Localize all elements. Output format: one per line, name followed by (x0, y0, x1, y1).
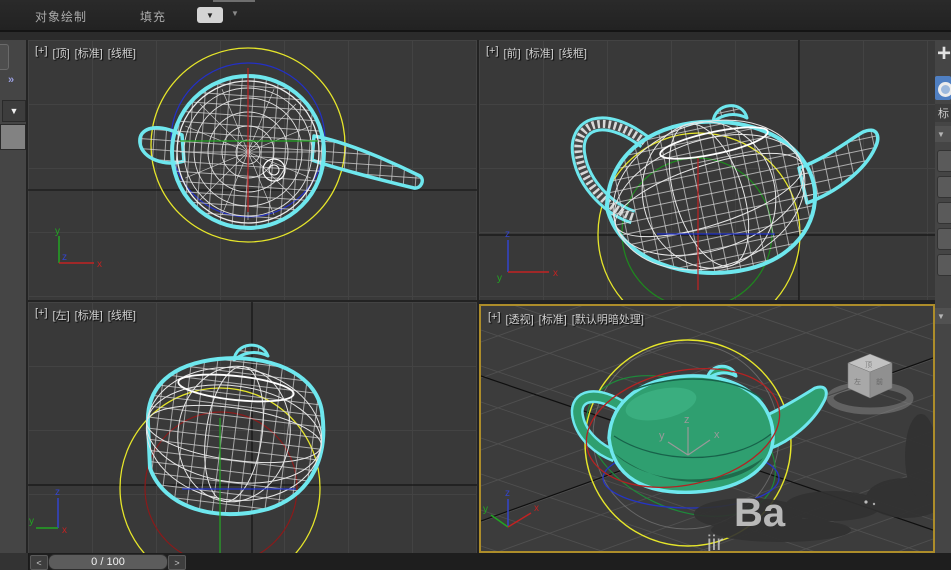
vp-menu-standard[interactable]: [标准] (75, 45, 103, 61)
panel-title-object-paint: 对象绘制 (35, 10, 88, 24)
svg-text:z: z (505, 229, 510, 240)
viewport-persp-label: [+] [透视] [标准] [默认明暗处理] (488, 311, 644, 327)
dropdown-triangle-icon: ▼ (9, 106, 19, 116)
panel-button[interactable] (937, 150, 951, 172)
panel-button[interactable] (937, 254, 951, 276)
time-slider-bar: < 0 / 100 > (0, 553, 951, 570)
object-type-dropdown[interactable]: 标 (935, 104, 951, 122)
create-tab-icon[interactable]: + (937, 40, 951, 68)
svg-text:y: y (483, 504, 488, 515)
3dsmax-window: 对象绘制 填充 ▼ ▼ » ▼ [+] [顶] [标准] [线框] y x z … (0, 0, 951, 570)
next-frame-button[interactable]: > (168, 555, 186, 570)
vp-menu-general[interactable]: [+] (35, 45, 48, 61)
vp-menu-pov[interactable]: [前] (504, 45, 521, 61)
command-panel-sliver: + 标 ▼ ▼ (935, 40, 951, 553)
rollout-arrow-icon: ▼ (937, 311, 945, 321)
svg-text:x: x (534, 503, 539, 514)
bottom-left-corner (0, 553, 29, 570)
svg-text:x: x (553, 268, 558, 279)
teapot-top-wireframe[interactable] (138, 74, 424, 230)
sphere-icon (938, 82, 951, 97)
axis-tripod-front: z x y (497, 229, 558, 284)
panel-button[interactable] (937, 202, 951, 224)
svg-text:y: y (659, 430, 665, 442)
panel-title-fill: 填充 (140, 10, 167, 24)
viewport-left-canvas: z y x (28, 302, 477, 553)
rollout-arrow-icon: ▼ (937, 129, 945, 139)
rollout-header[interactable]: ▼ (935, 308, 951, 324)
axis-tripod-top: y x z (55, 226, 102, 270)
svg-text:z: z (55, 487, 60, 498)
vp-menu-standard[interactable]: [标准] (75, 307, 103, 323)
svg-text:前: 前 (876, 377, 883, 386)
fill-dropdown-icon: ▼ (206, 10, 214, 20)
svg-text:z: z (62, 252, 67, 263)
overflow-chevron-icon[interactable]: » (8, 74, 14, 86)
vp-menu-general[interactable]: [+] (486, 45, 499, 61)
viewcube[interactable]: 顶 左 前 (826, 353, 914, 415)
svg-text:x: x (62, 525, 67, 536)
svg-text:y: y (497, 273, 502, 284)
panel-button[interactable] (937, 228, 951, 250)
axis-tripod-left: z y x (29, 487, 67, 536)
viewport-left[interactable]: [+] [左] [标准] [线框] z y x (28, 302, 477, 553)
viewport-front-canvas: z x y (479, 40, 935, 300)
svg-text:x: x (97, 259, 102, 270)
prev-frame-button[interactable]: < (30, 555, 48, 570)
viewport-top-label: [+] [顶] [标准] [线框] (35, 45, 136, 61)
vp-menu-shading[interactable]: [线框] (108, 45, 136, 61)
viewport-front[interactable]: [+] [前] [标准] [线框] z x y (479, 40, 935, 300)
rollout-header[interactable]: ▼ (935, 126, 951, 142)
teapot-front-wireframe[interactable] (570, 96, 880, 294)
axis-tripod-persp: z y x (483, 488, 539, 528)
ribbon-tab-notch (213, 0, 255, 2)
svg-text:x: x (714, 429, 720, 441)
ribbon-bar: 对象绘制 填充 ▼ ▼ (0, 0, 951, 31)
viewport-persp-canvas: z y x 顶 左 前 Ba jir z y x (481, 306, 933, 551)
viewport-perspective-active[interactable]: [+] [透视] [标准] [默认明暗处理] z y x 顶 左 前 Ba ji… (479, 304, 935, 553)
vp-menu-standard[interactable]: [标准] (539, 311, 567, 327)
teapot-spout[interactable] (310, 134, 424, 190)
svg-text:jir: jir (706, 532, 723, 551)
svg-text:z: z (505, 488, 510, 499)
svg-text:z: z (684, 414, 690, 426)
vp-menu-shading[interactable]: [默认明暗处理] (572, 311, 644, 327)
viewport-top[interactable]: [+] [顶] [标准] [线框] y x z (28, 40, 477, 300)
svg-text:顶: 顶 (865, 361, 872, 369)
vp-menu-shading[interactable]: [线框] (559, 45, 587, 61)
svg-text:y: y (55, 226, 60, 237)
left-tool-strip: » ▼ (0, 40, 28, 553)
svg-text:Ba: Ba (734, 491, 786, 535)
vp-menu-standard[interactable]: [标准] (526, 45, 554, 61)
viewport-left-label: [+] [左] [标准] [线框] (35, 307, 136, 323)
vp-menu-pov[interactable]: [左] (53, 307, 70, 323)
viewport-front-label: [+] [前] [标准] [线框] (486, 45, 587, 61)
viewport-top-canvas: y x z (28, 47, 477, 270)
viewport-area: [+] [顶] [标准] [线框] y x z [+] [前] [标准] [线框… (28, 40, 935, 553)
vp-menu-pov[interactable]: [透视] (506, 311, 534, 327)
svg-text:左: 左 (854, 377, 861, 386)
fill-dropdown-button[interactable]: ▼ (197, 7, 223, 23)
time-slider-handle[interactable]: 0 / 100 (48, 554, 168, 570)
left-dropdown-button[interactable]: ▼ (2, 100, 26, 122)
ribbon-overflow-arrow-icon[interactable]: ▼ (231, 9, 239, 18)
vp-menu-general[interactable]: [+] (488, 311, 501, 327)
panel-button[interactable] (937, 176, 951, 198)
color-swatch[interactable] (0, 124, 26, 150)
svg-text:y: y (29, 516, 34, 527)
clipped-button-edge[interactable] (0, 44, 9, 70)
vp-menu-pov[interactable]: [顶] (53, 45, 70, 61)
vp-menu-shading[interactable]: [线框] (108, 307, 136, 323)
vp-menu-general[interactable]: [+] (35, 307, 48, 323)
